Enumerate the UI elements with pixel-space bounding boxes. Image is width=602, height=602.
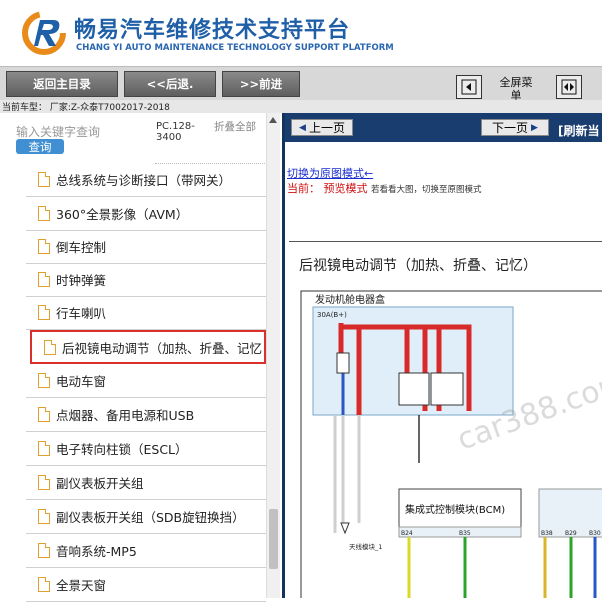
content-panel: ◀ 上一页 下一页 ▶ [刷新当 切换为原图模式← 当前： 预览模式 若看看大图… (282, 113, 602, 598)
topic-item[interactable]: 后视镜电动调节（加热、折叠、记忆 (30, 330, 266, 364)
pin-label: B35 (459, 530, 471, 537)
topic-item[interactable]: 行车喇叭 (26, 296, 266, 330)
pin-label: B38 (541, 530, 553, 537)
toolbar: 返回主目录 <<后退. >>前进 全屏菜单 (0, 66, 602, 102)
scroll-up-icon[interactable] (269, 117, 277, 123)
panel-collapse-icon (461, 79, 477, 95)
next-arrow-icon: ▶ (531, 122, 538, 133)
topic-item-label: 音响系统-MP5 (56, 544, 137, 559)
topic-item[interactable]: 点烟器、备用电源和USB (26, 398, 266, 432)
fuse-rating-label: 30A(B+) (317, 311, 347, 319)
collapse-all-button[interactable]: 折叠全部 (214, 121, 262, 134)
antenna-label: 天线模块_1 (349, 542, 382, 551)
topic-item-label: 360°全景影像（AVM） (56, 207, 189, 222)
document-icon (38, 373, 50, 388)
topic-item-label: 后视镜电动调节（加热、折叠、记忆 (62, 340, 263, 356)
topic-item[interactable]: 副仪表板开关组 (26, 466, 266, 500)
fuse-box-label: 发动机舱电器盒 (315, 293, 385, 306)
page-code: PC.128-3400 (156, 121, 195, 143)
sidebar-scrollbar[interactable] (266, 113, 280, 598)
topic-item-label: 总线系统与诊断接口（带网关） (56, 173, 232, 188)
page-nav-bar: ◀ 上一页 下一页 ▶ [刷新当 (285, 113, 602, 142)
document-icon (38, 206, 50, 221)
document-icon (38, 543, 50, 558)
search-input[interactable]: 输入关键字查询 (16, 123, 152, 140)
prev-page-button[interactable]: ◀ 上一页 (291, 119, 353, 136)
topic-item[interactable]: 电子转向柱锁（ESCL） (26, 432, 266, 466)
topic-item-label: 电动车窗 (56, 374, 107, 389)
forward-button[interactable]: >>前进 (222, 71, 300, 97)
fullscreen-menu-label[interactable]: 全屏菜单 (499, 76, 533, 102)
home-button[interactable]: 返回主目录 (6, 71, 118, 97)
document-icon (38, 407, 50, 422)
document-icon (38, 509, 50, 524)
topic-item-label: 副仪表板开关组 (56, 476, 144, 491)
prev-page-label: 上一页 (308, 121, 345, 135)
document-icon (38, 475, 50, 490)
app-title: 畅易汽车维修技术支持平台 (74, 18, 351, 43)
bcm-label: 集成式控制模块(BCM) (405, 503, 505, 516)
app-header: 畅易汽车维修技术支持平台 CHANG YI AUTO MAINTENANCE T… (0, 0, 602, 66)
topic-item-label: 副仪表板开关组（SDB旋钮换挡） (56, 510, 245, 525)
topic-item[interactable]: 副仪表板开关组（SDB旋钮换挡） (26, 500, 266, 534)
document-icon (38, 577, 50, 592)
document-icon (44, 339, 56, 355)
current-vehicle: 当前车型： 厂家:Z-众泰T7002017-2018 (0, 100, 602, 113)
topic-item[interactable]: 总线系统与诊断接口（带网关） (26, 163, 266, 197)
mode-prefix: 当前： (287, 182, 320, 195)
topic-item-label: 全景天窗 (56, 578, 107, 593)
wiring-diagram: 发动机舱电器盒 30A(B+) 天线模块_1 集成式控制模块(BCM) B24 … (300, 290, 602, 598)
refresh-link[interactable]: [刷新当 (558, 122, 600, 139)
scroll-thumb[interactable] (269, 509, 278, 569)
document-icon (38, 272, 50, 287)
topic-item-label: 时钟弹簧 (56, 273, 107, 288)
mode-hint: 若看看大图，切换至原图模式 (371, 185, 482, 195)
prev-arrow-icon: ◀ (299, 122, 306, 133)
collapse-panel-button[interactable] (456, 75, 482, 99)
back-button[interactable]: <<后退. (124, 71, 216, 97)
topic-item[interactable]: 时钟弹簧 (26, 263, 266, 297)
mode-name: 预览模式 (323, 182, 368, 195)
search-button[interactable]: 查询 (16, 139, 64, 154)
topic-item-label: 点烟器、备用电源和USB (56, 408, 195, 423)
switch-mode-link[interactable]: 切换为原图模式← (287, 165, 373, 181)
pin-label: B24 (401, 530, 413, 537)
document-icon (38, 305, 50, 320)
document-icon (38, 172, 50, 187)
topic-item[interactable]: 全景天窗 (26, 568, 266, 602)
divider (289, 241, 602, 242)
diagram-title: 后视镜电动调节（加热、折叠、记忆） (299, 258, 537, 274)
topic-item-label: 行车喇叭 (56, 306, 107, 321)
mode-status: 当前： 预览模式 若看看大图，切换至原图模式 (287, 180, 482, 196)
topic-item[interactable]: 倒车控制 (26, 230, 266, 264)
topic-item[interactable]: 音响系统-MP5 (26, 534, 266, 568)
document-icon (38, 239, 50, 254)
panel-split-icon (561, 79, 577, 95)
pin-label: B29 (565, 530, 577, 537)
next-page-button[interactable]: 下一页 ▶ (481, 119, 549, 136)
topic-item-label: 电子转向柱锁（ESCL） (56, 442, 188, 457)
topic-item-label: 倒车控制 (56, 240, 107, 255)
expand-panel-button[interactable] (556, 75, 582, 99)
topic-item[interactable]: 360°全景影像（AVM） (26, 197, 266, 231)
pin-label: B30 (589, 530, 601, 537)
topic-item[interactable]: 电动车窗 (26, 364, 266, 398)
changyi-logo-icon (22, 11, 66, 55)
next-page-label: 下一页 (492, 121, 529, 135)
document-icon (38, 441, 50, 456)
app-subtitle: CHANG YI AUTO MAINTENANCE TECHNOLOGY SUP… (76, 43, 394, 53)
sidebar: 输入关键字查询 查询 PC.128-3400 折叠全部 总线系统与诊断接口（带网… (0, 113, 282, 602)
